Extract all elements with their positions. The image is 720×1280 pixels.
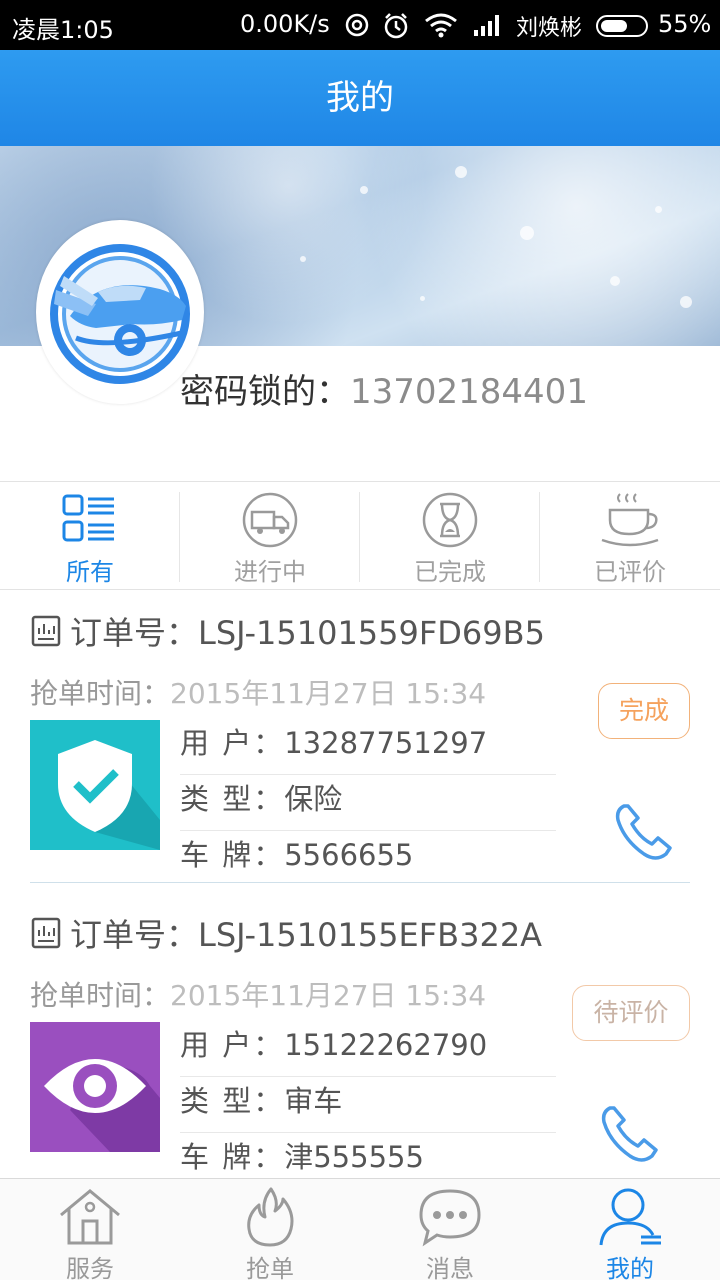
order-type-thumbnail [30,720,160,850]
phone-icon[interactable] [612,800,676,864]
battery-icon [596,15,648,37]
nav-label: 消息 [426,1255,474,1280]
row-key: 用 户： [180,1028,285,1062]
car-logo-icon [50,244,190,384]
grab-time: 抢单时间：2015年11月27日 15:34 [30,974,486,1014]
shield-check-icon [30,720,160,850]
tab-in-progress[interactable]: 进行中 [180,482,360,590]
order-number: 订单号：LSJ-15101559FD69B5 [30,608,545,654]
order-number-label: 订单号： [70,916,199,954]
order-number-value: LSJ-1510155EFB322A [198,916,543,954]
order-type-thumbnail [30,1022,160,1152]
row-value: 审车 [284,1084,343,1118]
row-value: 保险 [284,782,343,816]
sync-icon [345,13,369,37]
profile-phone: 13702184401 [350,372,588,412]
tab-label: 所有 [66,558,114,586]
status-carrier: 刘焕彬 [516,16,583,41]
nav-mine[interactable]: 我的 [540,1179,720,1280]
status-net-speed: 0.00K/s [240,10,330,38]
flame-icon [247,1187,294,1247]
hourglass-icon [422,492,478,548]
row-value: 15122262790 [284,1028,488,1062]
chat-bubble-icon [419,1189,481,1247]
tab-label: 已完成 [414,558,486,586]
status-battery: 55% [658,10,712,38]
phone-icon[interactable] [598,1102,662,1166]
status-time: 凌晨1:05 [12,16,114,44]
avatar[interactable] [36,220,204,404]
wifi-icon [425,13,457,38]
nav-grab-order[interactable]: 抢单 [180,1179,360,1280]
order-divider [30,882,690,883]
nav-service[interactable]: 服务 [0,1179,180,1280]
order-user-row: 用 户：15122262790 [180,1022,556,1077]
row-key: 类 型： [180,1084,285,1118]
order-plate-row: 车 牌：5566655 [180,832,556,887]
grab-time-label: 抢单时间： [30,677,171,710]
order-filter-tabs: 所有 进行中 已完成 已评价 [0,481,720,590]
nav-label: 服务 [66,1255,114,1280]
signal-icon [474,15,499,36]
alarm-icon [384,13,408,39]
order-number-value: LSJ-15101559FD69B5 [198,614,545,652]
row-value: 13287751297 [284,726,488,760]
tab-completed[interactable]: 已完成 [360,482,540,590]
bottom-navigation: 服务 抢单 消息 我的 [0,1178,720,1280]
receipt-icon [31,615,61,647]
tab-label: 已评价 [594,558,666,586]
list-icon [62,494,114,542]
profile-label: 密码锁的： [180,372,350,412]
order-number: 订单号：LSJ-1510155EFB322A [30,910,542,956]
nav-messages[interactable]: 消息 [360,1179,540,1280]
status-badge-complete[interactable]: 完成 [598,683,690,739]
tab-reviewed[interactable]: 已评价 [540,482,720,590]
person-icon [599,1188,661,1246]
tab-all[interactable]: 所有 [0,482,180,590]
row-key: 用 户： [180,726,285,760]
grab-time: 抢单时间：2015年11月27日 15:34 [30,672,486,712]
home-icon [60,1189,120,1245]
row-key: 车 牌： [180,838,285,872]
truck-icon [242,492,298,548]
row-value: 津555555 [284,1140,424,1174]
page-title: 我的 [0,50,720,146]
row-value: 5566655 [284,838,414,872]
coffee-cup-icon [601,493,659,547]
status-badge-pending-review[interactable]: 待评价 [572,985,690,1041]
grab-time-value: 2015年11月27日 15:34 [170,979,487,1012]
eye-icon [30,1022,160,1152]
nav-label: 我的 [606,1255,654,1280]
grab-time-label: 抢单时间： [30,979,171,1012]
profile-name: 密码锁的：13702184401 [180,364,588,413]
order-number-label: 订单号： [70,614,199,652]
grab-time-value: 2015年11月27日 15:34 [170,677,487,710]
receipt-icon [31,917,61,949]
tab-label: 进行中 [234,558,306,586]
row-key: 车 牌： [180,1140,285,1174]
status-bar: 凌晨1:05 0.00K/s 刘焕彬 55% [0,0,720,50]
order-type-row: 类 型：审车 [180,1078,556,1133]
order-user-row: 用 户：13287751297 [180,720,556,775]
nav-label: 抢单 [246,1255,294,1280]
order-type-row: 类 型：保险 [180,776,556,831]
row-key: 类 型： [180,782,285,816]
